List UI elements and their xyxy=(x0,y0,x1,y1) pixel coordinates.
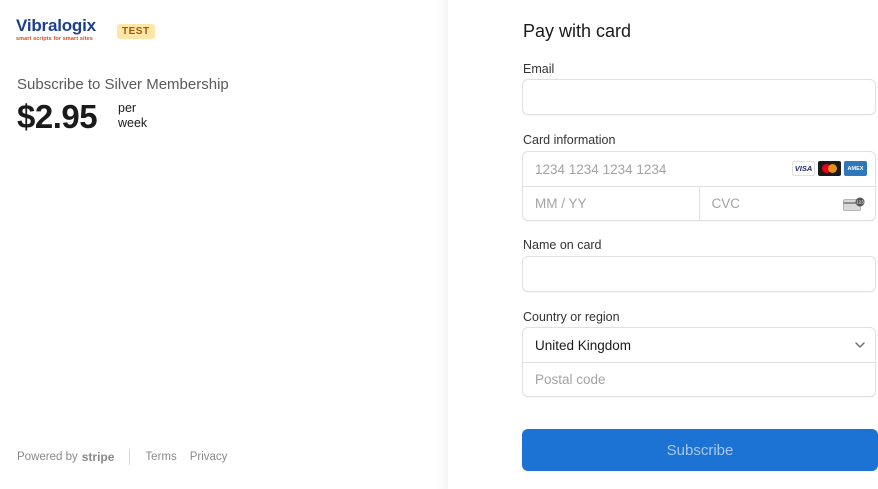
card-number-row: VISA AMEX xyxy=(523,152,875,186)
powered-by-text: Powered by xyxy=(17,451,78,463)
country-label: Country or region xyxy=(523,310,620,324)
price-interval: per week xyxy=(118,101,147,131)
cvc-cell: 123 xyxy=(698,187,875,220)
price-interval-line2: week xyxy=(118,116,148,130)
card-expiry-cvc-row: 123 xyxy=(523,186,875,220)
product-title: Subscribe to Silver Membership xyxy=(17,76,229,93)
expiry-cell xyxy=(523,187,699,220)
postal-row xyxy=(523,362,875,396)
footer-divider xyxy=(129,449,131,465)
test-mode-badge: TEST xyxy=(117,24,155,39)
country-selected-value: United Kingdom xyxy=(535,337,632,353)
card-number-input[interactable] xyxy=(523,152,783,186)
footer: Powered by stripe Terms Privacy xyxy=(17,449,240,465)
email-field-wrapper xyxy=(522,79,876,115)
form-title: Pay with card xyxy=(523,21,632,41)
brand-tagline: smart scripts for smart sites xyxy=(16,36,93,42)
card-brand-icons: VISA AMEX xyxy=(792,161,867,176)
terms-link[interactable]: Terms xyxy=(145,451,176,463)
summary-panel: Vibralogix smart scripts for smart sites… xyxy=(0,0,448,489)
chevron-down-icon xyxy=(855,342,865,348)
cvc-card-icon: 123 xyxy=(843,197,865,211)
stripe-logo[interactable]: stripe xyxy=(82,450,115,464)
privacy-link[interactable]: Privacy xyxy=(190,451,228,463)
expiry-input[interactable] xyxy=(523,187,699,220)
panel-divider xyxy=(436,0,448,489)
subscribe-button[interactable]: Subscribe xyxy=(522,429,878,471)
email-input[interactable] xyxy=(523,80,875,114)
postal-code-input[interactable] xyxy=(523,363,875,396)
address-group: United Kingdom xyxy=(522,327,876,397)
svg-text:123: 123 xyxy=(856,200,864,205)
country-select[interactable]: United Kingdom xyxy=(523,328,875,362)
mastercard-icon xyxy=(818,161,841,176)
card-info-group: VISA AMEX 123 xyxy=(522,151,876,221)
amex-icon: AMEX xyxy=(844,161,867,176)
price-amount: $2.95 xyxy=(17,98,98,135)
visa-icon: VISA xyxy=(792,161,815,176)
email-label: Email xyxy=(523,62,555,76)
name-input[interactable] xyxy=(523,257,875,291)
brand-name: Vibralogix xyxy=(16,16,96,35)
name-label: Name on card xyxy=(523,238,602,252)
card-info-label: Card information xyxy=(523,133,616,147)
price-interval-line1: per xyxy=(118,101,137,115)
brand-logo: Vibralogix smart scripts for smart sites xyxy=(16,16,96,43)
name-field-wrapper xyxy=(522,256,876,292)
